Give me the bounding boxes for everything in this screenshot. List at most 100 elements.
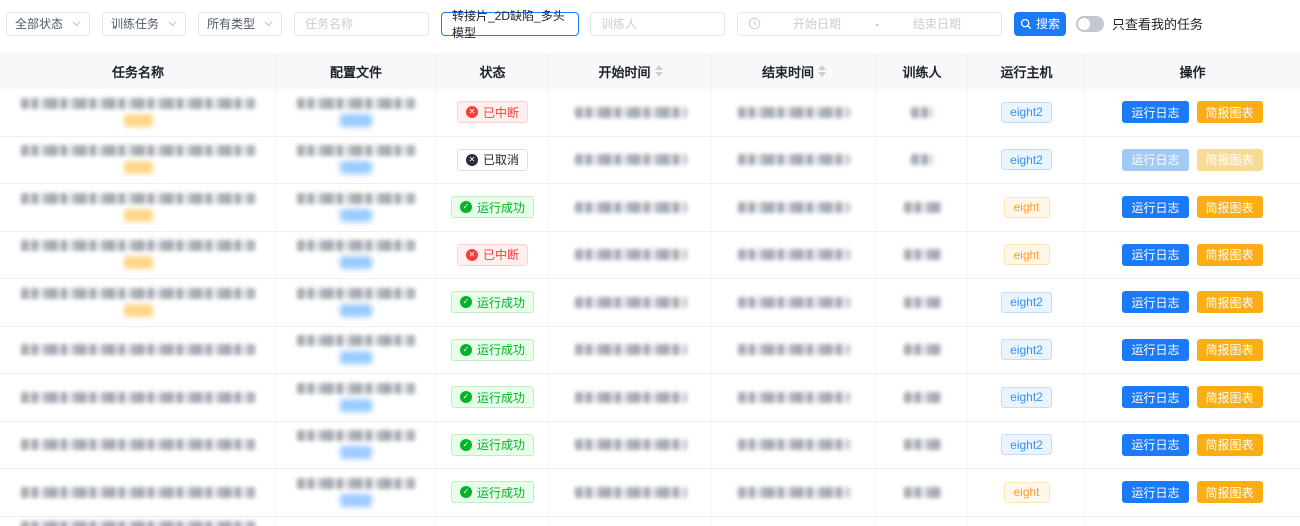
report-chart-button[interactable]: 简报图表 (1197, 434, 1263, 456)
actions-cell: 运行日志 简报图表 (1085, 422, 1300, 469)
report-chart-button[interactable]: 简报图表 (1197, 101, 1263, 123)
start-date-input[interactable]: 开始日期 (763, 15, 871, 32)
config-link-redacted[interactable] (340, 494, 372, 507)
config-link-redacted[interactable] (340, 351, 372, 364)
sort-icon[interactable] (818, 65, 826, 77)
trainer-redacted (911, 154, 934, 165)
report-chart-button[interactable]: 简报图表 (1197, 244, 1263, 266)
start-time-redacted (575, 439, 687, 450)
start-time-redacted (575, 297, 687, 308)
report-chart-button[interactable]: 简报图表 (1197, 386, 1263, 408)
trainer-redacted (904, 439, 941, 450)
task-name-cell[interactable] (0, 327, 276, 374)
config-link-redacted[interactable] (340, 256, 372, 269)
my-tasks-toggle[interactable] (1076, 16, 1104, 32)
status-cell (436, 517, 549, 526)
host-cell: eight2 (968, 89, 1085, 136)
run-log-button[interactable]: 运行日志 (1122, 339, 1188, 361)
status-icon: ✓ (460, 439, 472, 451)
config-file-cell (276, 232, 436, 279)
report-chart-button[interactable]: 简报图表 (1197, 481, 1263, 503)
report-chart-button[interactable]: 简报图表 (1197, 149, 1263, 171)
task-name-cell[interactable] (0, 89, 276, 136)
host-cell: eight2 (968, 279, 1085, 326)
task-type-filter-select[interactable]: 训练任务 (102, 12, 186, 36)
task-name-cell[interactable] (0, 469, 276, 516)
status-cell: ✓ 运行成功 (436, 279, 549, 326)
status-icon: ✓ (460, 296, 472, 308)
host-cell: eight2 (968, 137, 1085, 184)
end-time-redacted (738, 202, 850, 213)
end-time-redacted (738, 297, 850, 308)
run-log-button[interactable]: 运行日志 (1122, 101, 1188, 123)
start-time-cell (549, 327, 712, 374)
date-range-picker[interactable]: 开始日期 - 结束日期 (737, 12, 1002, 36)
table-header-row: 任务名称 配置文件 状态 开始时间 结束时间 训练人 运行主机 操作 (0, 53, 1300, 89)
column-header-trainer: 训练人 (876, 53, 968, 89)
status-badge: ✕ 已中断 (457, 101, 528, 123)
trainer-cell (876, 374, 968, 421)
task-name-cell[interactable] (0, 184, 276, 231)
model-search-input[interactable]: 转接片_2D缺陷_多头模型 (441, 12, 579, 36)
trainer-redacted (904, 487, 941, 498)
config-link-redacted[interactable] (340, 446, 372, 459)
task-name-cell[interactable] (0, 279, 276, 326)
run-log-button[interactable]: 运行日志 (1122, 386, 1188, 408)
status-icon: ✕ (466, 249, 478, 261)
table-row (0, 517, 1300, 526)
host-cell: eight2 (968, 374, 1085, 421)
start-time-redacted (575, 107, 687, 118)
category-filter-select[interactable]: 所有类型 (198, 12, 282, 36)
task-name-redacted (21, 98, 255, 109)
end-date-input[interactable]: 结束日期 (883, 15, 991, 32)
search-icon (1020, 18, 1032, 30)
config-file-cell (276, 279, 436, 326)
host-badge: eight2 (1001, 149, 1052, 170)
task-tag-redacted (124, 209, 153, 222)
config-file-cell (276, 89, 436, 136)
config-link-redacted[interactable] (340, 399, 372, 412)
config-link-redacted[interactable] (340, 114, 372, 127)
trainer-cell (876, 279, 968, 326)
run-log-button[interactable]: 运行日志 (1122, 196, 1188, 218)
trainer-cell (876, 469, 968, 516)
column-header-start-time: 开始时间 (549, 53, 712, 89)
task-name-redacted (21, 392, 255, 403)
task-name-input[interactable]: 任务名称 (294, 12, 429, 36)
report-chart-button[interactable]: 简报图表 (1197, 339, 1263, 361)
start-time-cell (549, 422, 712, 469)
column-header-task-name: 任务名称 (0, 53, 276, 89)
table-row: ✓ 运行成功 eight2 运行日志 简报图表 (0, 374, 1300, 422)
config-file-cell (276, 137, 436, 184)
task-name-cell[interactable] (0, 137, 276, 184)
config-file-cell (276, 374, 436, 421)
task-name-cell[interactable] (0, 517, 276, 526)
run-log-button[interactable]: 运行日志 (1122, 481, 1188, 503)
config-link-redacted[interactable] (340, 161, 372, 174)
config-link-redacted[interactable] (340, 209, 372, 222)
report-chart-button[interactable]: 简报图表 (1197, 291, 1263, 313)
run-log-button[interactable]: 运行日志 (1122, 291, 1188, 313)
run-log-button[interactable]: 运行日志 (1122, 434, 1188, 456)
search-button[interactable]: 搜索 (1014, 12, 1066, 36)
config-link-redacted[interactable] (340, 304, 372, 317)
sort-icon[interactable] (655, 65, 663, 77)
trainer-input[interactable]: 训练人 (590, 12, 725, 36)
task-name-redacted (21, 193, 255, 204)
report-chart-button[interactable]: 简报图表 (1197, 196, 1263, 218)
end-time-redacted (738, 107, 850, 118)
run-log-button[interactable]: 运行日志 (1122, 244, 1188, 266)
task-name-cell[interactable] (0, 374, 276, 421)
task-name-cell[interactable] (0, 422, 276, 469)
status-cell: ✕ 已中断 (436, 89, 549, 136)
actions-cell: 运行日志 简报图表 (1085, 232, 1300, 279)
category-filter-value: 所有类型 (207, 15, 255, 32)
run-log-button[interactable]: 运行日志 (1122, 149, 1188, 171)
task-name-cell[interactable] (0, 232, 276, 279)
host-badge: eight2 (1001, 339, 1052, 360)
config-file-redacted (297, 98, 415, 109)
status-label: 运行成功 (477, 294, 525, 311)
search-button-label: 搜索 (1036, 15, 1060, 32)
status-filter-select[interactable]: 全部状态 (6, 12, 90, 36)
column-header-host: 运行主机 (968, 53, 1085, 89)
